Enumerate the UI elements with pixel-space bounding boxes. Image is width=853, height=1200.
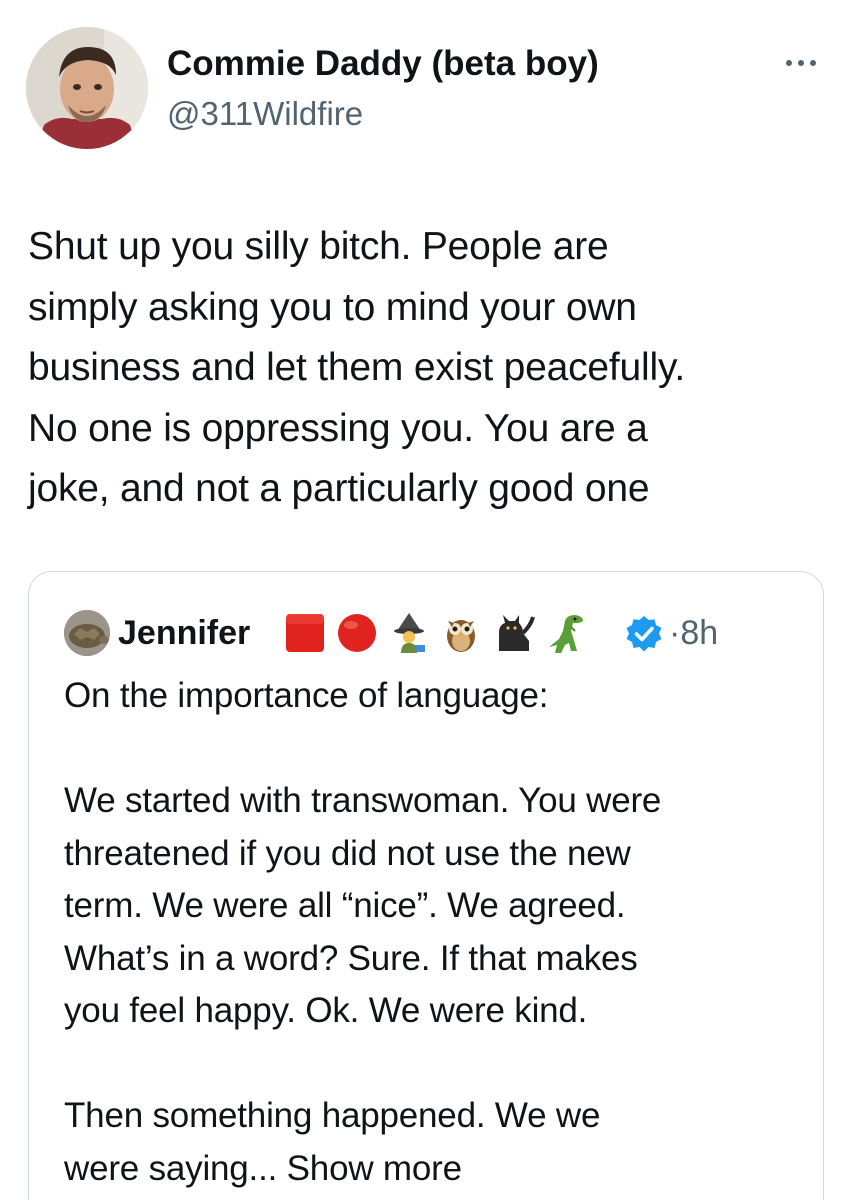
more-dot [810,60,816,66]
t-rex-icon [549,615,583,653]
quoted-tweet-card[interactable]: Jennifer ·8h On the importance of langua… [28,571,824,1200]
red-square-icon [286,614,324,652]
quoted-author-avatar [64,610,110,656]
time-label: 8h [680,614,719,652]
verified-badge-icon [626,616,662,652]
more-horizontal-icon [786,60,792,66]
quoted-author-name[interactable]: Jennifer [118,610,250,656]
more-dot [798,60,804,66]
author-handle[interactable]: @311Wildfire [167,94,363,134]
show-more-link[interactable]: Show more [287,1149,462,1188]
quoted-tweet-text: On the importance of language: We starte… [64,670,804,1195]
time-separator: · [669,614,681,652]
quoted-tweet-body: On the importance of language: We starte… [64,676,662,1188]
name-emoji-row [283,610,587,656]
mage-icon [394,613,425,653]
red-circle-icon [338,614,376,652]
more-options-button[interactable] [776,50,826,76]
tweet-text: Shut up you silly bitch. People are simp… [28,225,686,510]
quoted-tweet-time[interactable]: ·8h [669,610,718,656]
owl-icon [447,620,475,652]
author-avatar[interactable] [26,27,148,149]
author-display-name[interactable]: Commie Daddy (beta boy) [167,42,599,86]
black-cat-icon [499,615,535,651]
tweet-detail-page: Commie Daddy (beta boy) @311Wildfire Shu… [0,0,853,1200]
tortoise-photo-icon [64,610,110,656]
profile-photo-icon [26,27,148,149]
